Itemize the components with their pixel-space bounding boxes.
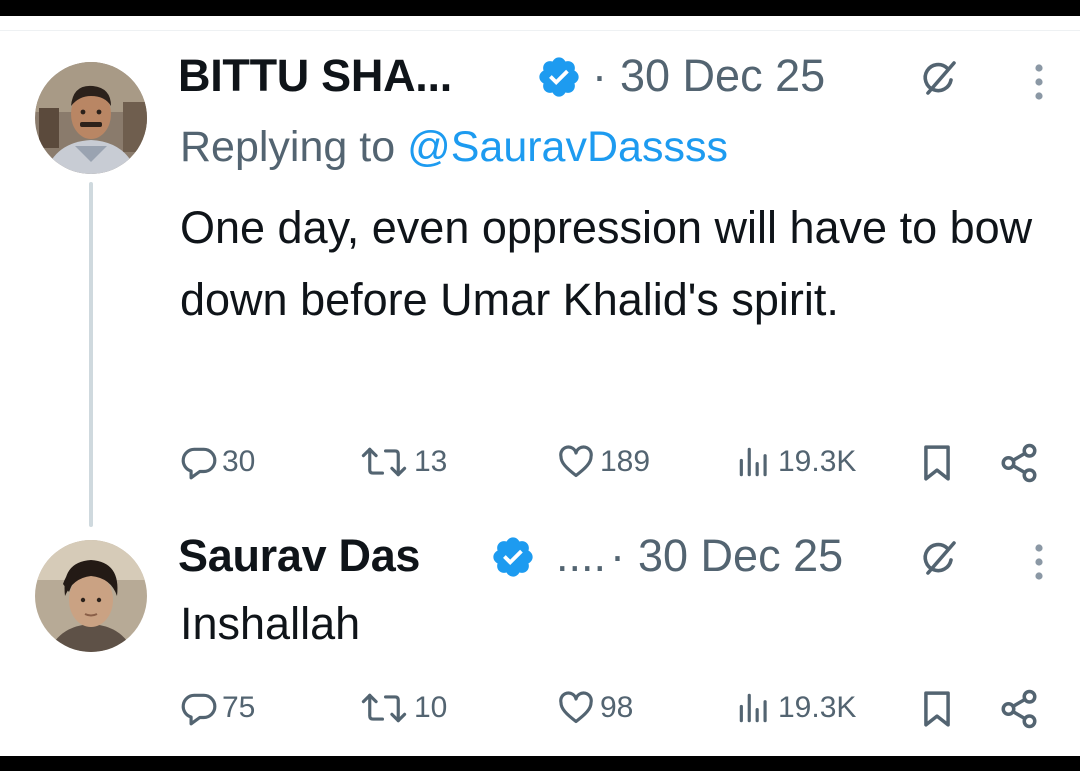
repost-button[interactable]: 10	[358, 689, 447, 727]
share-icon[interactable]	[998, 688, 1040, 730]
bottom-black-bar	[0, 756, 1080, 771]
more-icon[interactable]	[1034, 60, 1044, 104]
views-count: 19.3K	[778, 691, 857, 724]
views-icon	[739, 447, 767, 477]
top-black-bar	[0, 0, 1080, 16]
separator-dot: ·	[592, 50, 607, 101]
tweet-date[interactable]: 30 Dec 25	[620, 50, 825, 102]
bookmark-icon[interactable]	[918, 442, 956, 484]
verified-badge-icon	[493, 537, 533, 577]
tweet-text: One day, even oppression will have to bo…	[180, 202, 1033, 325]
author-name[interactable]: Saurav Das	[178, 530, 420, 582]
bookmark-icon[interactable]	[918, 688, 956, 730]
reply-icon	[181, 693, 217, 726]
top-divider	[0, 30, 1080, 31]
grok-icon[interactable]	[918, 58, 958, 98]
views-button[interactable]: 19.3K	[734, 443, 856, 481]
views-icon	[739, 693, 767, 723]
separator-dot: ·	[610, 530, 625, 581]
replying-to-handle[interactable]: @SauravDassss	[407, 123, 728, 171]
views-count: 19.3K	[778, 445, 857, 478]
repost-count: 10	[414, 691, 448, 724]
name-ellipsis: ....	[556, 530, 607, 581]
more-icon[interactable]	[1034, 540, 1044, 584]
share-icon[interactable]	[998, 442, 1040, 484]
tweet-text: Inshallah	[180, 598, 361, 649]
views-button[interactable]: 19.3K	[734, 689, 856, 727]
like-button[interactable]: 98	[556, 689, 633, 727]
like-count: 98	[600, 691, 634, 724]
avatar[interactable]	[35, 62, 147, 174]
repost-icon	[361, 447, 407, 477]
repost-count: 13	[414, 445, 448, 478]
reply-count: 75	[222, 691, 256, 724]
tweet-date[interactable]: 30 Dec 25	[638, 530, 843, 582]
author-name[interactable]: BITTU SHA...	[178, 50, 452, 102]
verified-badge-icon	[539, 57, 579, 97]
like-icon	[559, 445, 593, 478]
replying-to: Replying to @SauravDassss	[180, 123, 728, 172]
like-icon	[559, 691, 593, 724]
repost-icon	[361, 693, 407, 723]
like-button[interactable]: 189	[556, 443, 650, 481]
grok-icon[interactable]	[918, 538, 958, 578]
replying-to-label: Replying to	[180, 123, 408, 171]
reply-count: 30	[222, 445, 256, 478]
reply-button[interactable]: 75	[180, 689, 255, 727]
repost-button[interactable]: 13	[358, 443, 447, 481]
reply-button[interactable]: 30	[180, 443, 255, 481]
avatar[interactable]	[35, 540, 147, 652]
thread-connector-line	[89, 182, 93, 527]
reply-icon	[181, 447, 217, 480]
like-count: 189	[600, 445, 651, 478]
